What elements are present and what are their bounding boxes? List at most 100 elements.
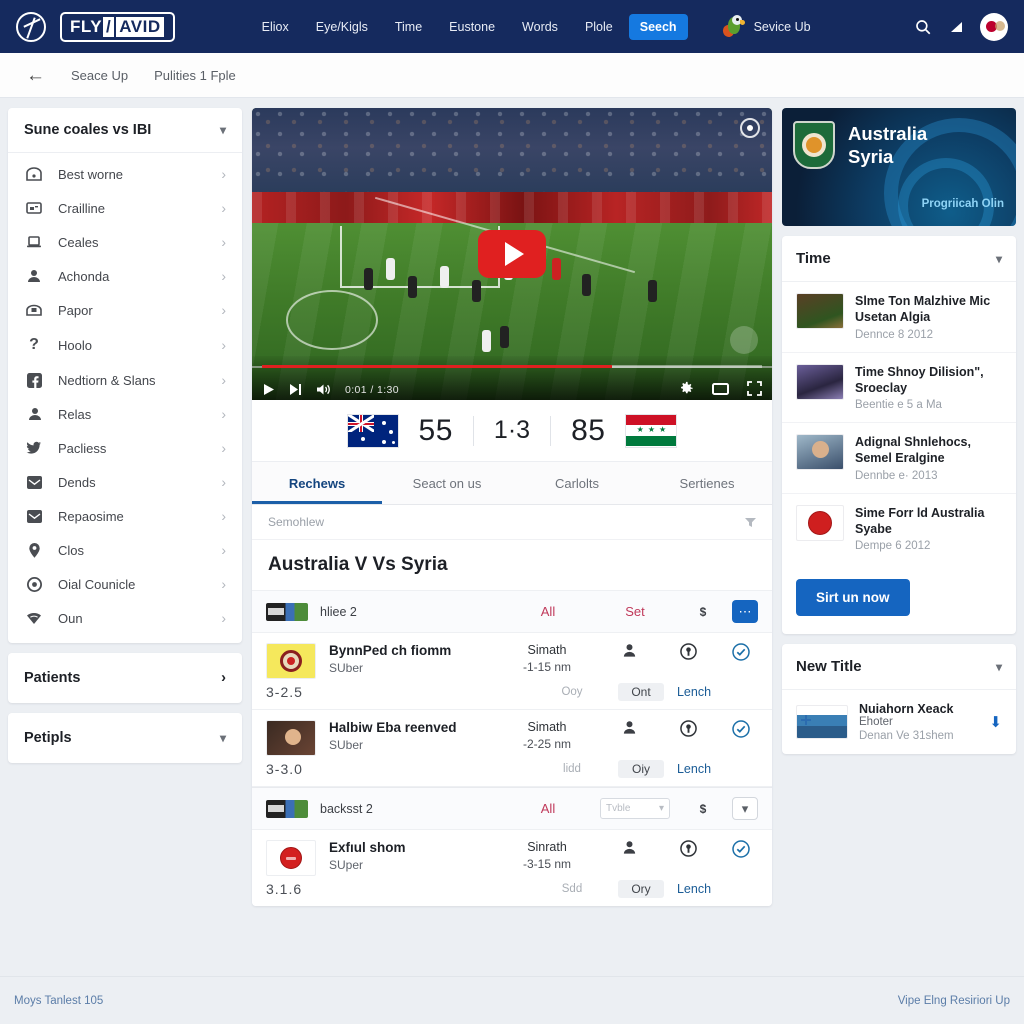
- list-item[interactable]: Slme Ton Malzhive Mic Usetan Algia Dennc…: [782, 282, 1016, 353]
- tab-seact-on-us[interactable]: Seact on us: [382, 462, 512, 504]
- sidebar-item-crailline[interactable]: Crailline ›: [8, 191, 242, 225]
- sidebar-item-repaosime[interactable]: Repaosime ›: [8, 499, 242, 533]
- nav-item-eustone[interactable]: Eustone: [438, 14, 506, 40]
- list-item[interactable]: Halbiw Eba reenved SUber Simath -2-25 nm: [252, 710, 772, 787]
- player-figure: [500, 326, 509, 348]
- sidebar-item-nedtiorn-slans[interactable]: Nedtiorn & Slans ›: [8, 363, 242, 397]
- search-icon[interactable]: [914, 18, 932, 36]
- sidebar-item-relas[interactable]: Relas ›: [8, 397, 242, 431]
- group-row[interactable]: hliee 2 All Set $ ⋯: [252, 591, 772, 633]
- next-track-icon[interactable]: [289, 383, 302, 396]
- list-item[interactable]: Adignal Shnlehocs, Semel Eralgine Dennbe…: [782, 423, 1016, 494]
- sidebar-panel-petipls[interactable]: Petipls ▾: [8, 713, 242, 763]
- list-item[interactable]: Time Shnoy Dilision", Sroeclay Beentie e…: [782, 353, 1016, 423]
- item-foot-b[interactable]: Ont: [618, 683, 664, 701]
- footer-left-text[interactable]: Moys Tanlest 105: [14, 995, 103, 1007]
- currency-icon[interactable]: $: [686, 605, 720, 619]
- sidebar-item-oial-counicle[interactable]: Oial Counicle ›: [8, 567, 242, 601]
- group-col-a[interactable]: All: [512, 801, 584, 816]
- list-filter-bar[interactable]: Semohlew: [252, 505, 772, 540]
- start-now-button[interactable]: Sirt un now: [796, 579, 910, 616]
- back-arrow-icon[interactable]: ←: [26, 66, 45, 85]
- fullscreen-icon[interactable]: [747, 381, 762, 396]
- tab-sertienes[interactable]: Sertienes: [642, 462, 772, 504]
- item-foot-c[interactable]: Lench: [664, 762, 724, 776]
- tab-rechews[interactable]: Rechews: [252, 462, 382, 504]
- new-title-panel-header[interactable]: New Title ▾: [782, 644, 1016, 690]
- group-row[interactable]: backsst 2 All Tvble ▾ $ ▾: [252, 787, 772, 830]
- tab-carlolts[interactable]: Carlolts: [512, 462, 642, 504]
- list-item[interactable]: Nuiahorn Xeack Ehoter Denan Ve 31shem ⬇: [782, 690, 1016, 754]
- item-subtitle: SUper: [329, 858, 364, 872]
- more-horizontal-icon[interactable]: ⋯: [732, 600, 758, 623]
- group-col-a[interactable]: All: [512, 604, 584, 619]
- breadcrumb-item-2[interactable]: Pulities 1 Fple: [154, 68, 236, 83]
- nav-item-time[interactable]: Time: [384, 14, 433, 40]
- chevron-down-icon[interactable]: ▾: [996, 252, 1002, 266]
- sidebar-header[interactable]: Sune coales vs IBI ▾: [8, 108, 242, 153]
- item-title: Adignal Shnlehocs, Semel Eralgine: [855, 435, 971, 466]
- award-icon[interactable]: [665, 720, 711, 737]
- item-foot-c[interactable]: Lench: [664, 882, 724, 896]
- list-item[interactable]: Sime Forr ld Australia Syabe Dempe 6 201…: [782, 494, 1016, 564]
- list-item[interactable]: BynnPed ch fiomm SUber Simath -1-15 nm 3…: [252, 633, 772, 710]
- nav-item-words[interactable]: Words: [511, 14, 569, 40]
- signal-icon[interactable]: [949, 21, 963, 33]
- currency-icon[interactable]: $: [686, 802, 720, 816]
- chevron-down-icon[interactable]: ▾: [732, 797, 758, 820]
- sidebar-item-ceales[interactable]: Ceales ›: [8, 225, 242, 259]
- item-foot-c[interactable]: Lench: [664, 685, 724, 699]
- sidebar-item-hoolo[interactable]: ? Hoolo ›: [8, 327, 242, 363]
- brand-wordmark[interactable]: FLY / AVID: [60, 11, 175, 42]
- avatar[interactable]: [980, 12, 1008, 41]
- chevron-down-icon[interactable]: ▾: [220, 731, 226, 745]
- theater-mode-icon[interactable]: [712, 382, 729, 396]
- check-circle-icon[interactable]: [724, 643, 758, 661]
- item-foot-b[interactable]: Oiy: [618, 760, 664, 778]
- service-menu[interactable]: Sevice Ub: [720, 14, 811, 39]
- filter-icon[interactable]: [745, 517, 756, 527]
- chevron-right-icon[interactable]: ›: [221, 670, 226, 686]
- video-player[interactable]: 0:01 / 1:30: [252, 108, 772, 400]
- item-foot-b[interactable]: Ory: [618, 880, 664, 898]
- chevron-down-icon[interactable]: ▾: [996, 660, 1002, 674]
- nav-item-eliox[interactable]: Eliox: [251, 14, 300, 40]
- person-icon[interactable]: [606, 840, 652, 855]
- download-icon[interactable]: ⬇: [989, 713, 1002, 731]
- brand-logo-icon[interactable]: [16, 11, 46, 42]
- time-panel-header[interactable]: Time ▾: [782, 236, 1016, 282]
- nav-item-eyekigls[interactable]: Eye/Kigls: [305, 14, 379, 40]
- sidebar-item-achonda[interactable]: Achonda ›: [8, 259, 242, 293]
- top-navigation-bar: FLY / AVID Eliox Eye/Kigls Time Eustone …: [0, 0, 1024, 53]
- award-icon[interactable]: [665, 643, 711, 660]
- footer-right-text[interactable]: Vipe Elng Resiriori Up: [898, 995, 1010, 1007]
- sidebar-item-oun[interactable]: Oun ›: [8, 601, 242, 635]
- video-progress-scrubber[interactable]: [262, 365, 762, 368]
- award-icon[interactable]: [665, 840, 711, 857]
- check-circle-icon[interactable]: [724, 720, 758, 738]
- nav-item-seech[interactable]: Seech: [628, 13, 688, 40]
- player-figure: [582, 274, 591, 296]
- sidebar-item-pacliess[interactable]: Pacliess ›: [8, 431, 242, 465]
- breadcrumb-item-1[interactable]: Seace Up: [71, 68, 128, 83]
- sidebar-item-best-worne[interactable]: Best worne ›: [8, 157, 242, 191]
- list-filter-label: Semohlew: [268, 515, 325, 529]
- play-button-icon[interactable]: [478, 230, 546, 278]
- chevron-down-icon[interactable]: ▾: [220, 123, 226, 137]
- group-col-b[interactable]: Set: [596, 604, 674, 619]
- volume-icon[interactable]: [316, 383, 331, 396]
- person-icon[interactable]: [606, 643, 652, 658]
- promo-banner[interactable]: Australia Syria Progriicah Olin: [782, 108, 1016, 226]
- list-item[interactable]: Exfıul shom SUper Sinrath -3-15 nm 3.1.6…: [252, 830, 772, 906]
- check-circle-icon[interactable]: [724, 840, 758, 858]
- sidebar-item-papor[interactable]: Papor ›: [8, 293, 242, 327]
- nav-item-plole[interactable]: Plole: [574, 14, 624, 40]
- sidebar-panel-patients[interactable]: Patients ›: [8, 653, 242, 703]
- person-icon[interactable]: [606, 720, 652, 735]
- group-select[interactable]: Tvble ▾: [600, 798, 670, 819]
- item-date: Dennce 8 2012: [855, 328, 934, 341]
- sidebar-item-clos[interactable]: Clos ›: [8, 533, 242, 567]
- sidebar-item-dends[interactable]: Dends ›: [8, 465, 242, 499]
- play-icon[interactable]: [262, 383, 275, 396]
- gear-icon[interactable]: [679, 381, 694, 396]
